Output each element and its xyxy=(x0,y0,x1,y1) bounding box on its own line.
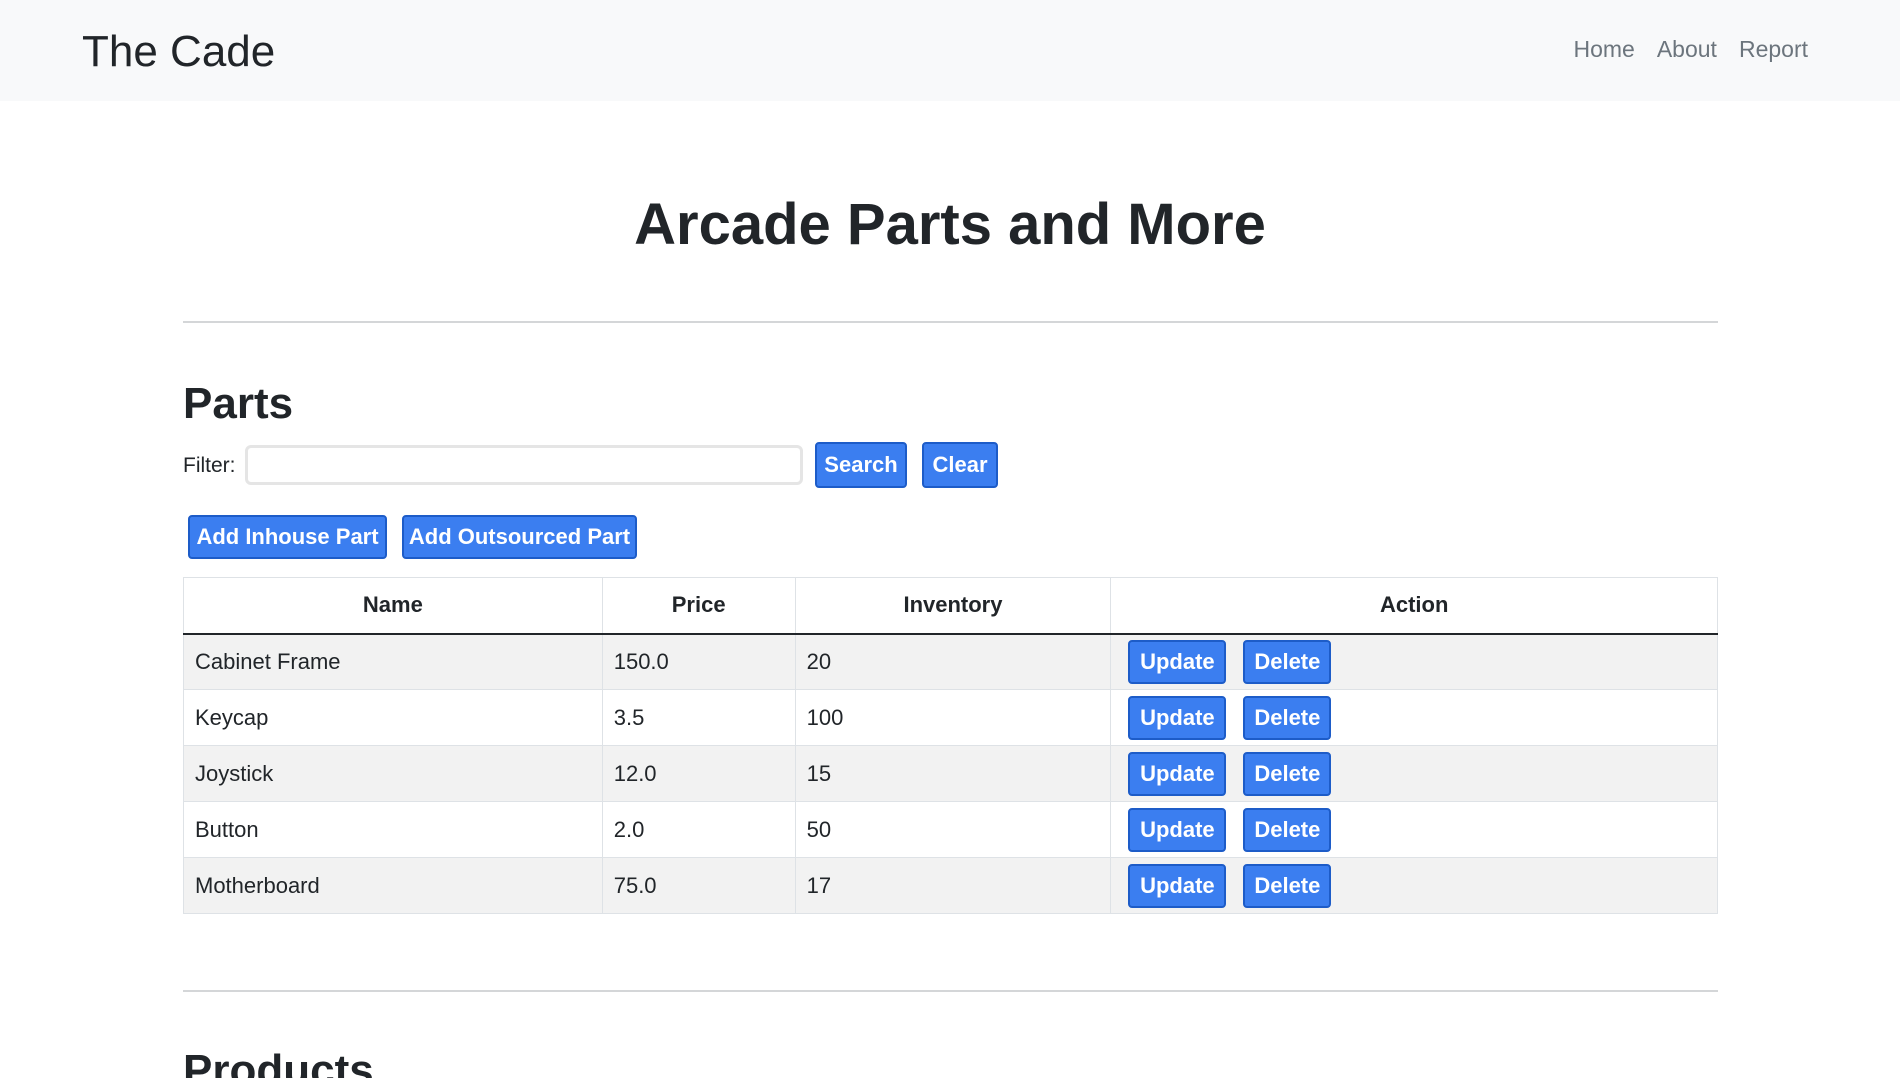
part-inventory-cell: 17 xyxy=(794,857,1112,914)
part-price-cell: 3.5 xyxy=(601,689,796,746)
clear-button[interactable]: Clear xyxy=(922,442,998,488)
filter-label: Filter: xyxy=(183,454,236,477)
update-button[interactable]: Update xyxy=(1128,751,1227,796)
table-row: Keycap 3.5 100 Update Delete xyxy=(183,689,1718,746)
column-header-inventory: Inventory xyxy=(794,577,1112,635)
part-name-cell: Cabinet Frame xyxy=(183,633,603,690)
delete-button[interactable]: Delete xyxy=(1243,639,1332,684)
table-row: Button 2.0 50 Update Delete xyxy=(183,801,1718,858)
part-inventory-cell: 20 xyxy=(794,633,1112,690)
column-header-name: Name xyxy=(183,577,603,635)
delete-button[interactable]: Delete xyxy=(1243,807,1332,852)
part-price-cell: 2.0 xyxy=(601,801,796,858)
part-action-cell: Update Delete xyxy=(1110,689,1718,746)
divider xyxy=(183,990,1718,992)
part-name-cell: Joystick xyxy=(183,745,603,802)
table-row: Joystick 12.0 15 Update Delete xyxy=(183,745,1718,802)
part-name-cell: Motherboard xyxy=(183,857,603,914)
update-button[interactable]: Update xyxy=(1128,695,1227,740)
add-inhouse-part-button[interactable]: Add Inhouse Part xyxy=(188,515,387,559)
nav-links: Home About Report xyxy=(1573,36,1808,64)
part-name-cell: Keycap xyxy=(183,689,603,746)
table-header-row: Name Price Inventory Action xyxy=(183,577,1718,635)
update-button[interactable]: Update xyxy=(1128,639,1227,684)
column-header-action: Action xyxy=(1110,577,1718,635)
search-button[interactable]: Search xyxy=(815,442,907,488)
page-title: Arcade Parts and More xyxy=(634,192,1266,257)
part-action-cell: Update Delete xyxy=(1110,857,1718,914)
divider xyxy=(183,321,1718,323)
nav-link-report[interactable]: Report xyxy=(1739,36,1808,64)
delete-button[interactable]: Delete xyxy=(1243,751,1332,796)
update-button[interactable]: Update xyxy=(1128,863,1227,908)
nav-link-home[interactable]: Home xyxy=(1573,36,1634,64)
parts-title: Parts xyxy=(183,379,294,428)
part-name-cell: Button xyxy=(183,801,603,858)
brand-link[interactable]: The Cade xyxy=(82,26,275,79)
navbar: The Cade Home About Report xyxy=(0,0,1900,101)
part-price-cell: 75.0 xyxy=(601,857,796,914)
products-title: Products xyxy=(183,1046,374,1078)
delete-button[interactable]: Delete xyxy=(1243,863,1332,908)
part-action-cell: Update Delete xyxy=(1110,801,1718,858)
column-header-price: Price xyxy=(601,577,796,635)
part-price-cell: 12.0 xyxy=(601,745,796,802)
table-row: Cabinet Frame 150.0 20 Update Delete xyxy=(183,633,1718,690)
part-action-cell: Update Delete xyxy=(1110,633,1718,690)
part-inventory-cell: 15 xyxy=(794,745,1112,802)
nav-link-about[interactable]: About xyxy=(1657,36,1717,64)
add-outsourced-part-button[interactable]: Add Outsourced Part xyxy=(402,515,637,559)
part-price-cell: 150.0 xyxy=(601,633,796,690)
table-row: Motherboard 75.0 17 Update Delete xyxy=(183,857,1718,914)
filter-input[interactable] xyxy=(245,445,803,485)
part-action-cell: Update Delete xyxy=(1110,745,1718,802)
part-inventory-cell: 50 xyxy=(794,801,1112,858)
parts-table: Name Price Inventory Action Cabinet Fram… xyxy=(183,577,1718,914)
update-button[interactable]: Update xyxy=(1128,807,1227,852)
part-inventory-cell: 100 xyxy=(794,689,1112,746)
delete-button[interactable]: Delete xyxy=(1243,695,1332,740)
